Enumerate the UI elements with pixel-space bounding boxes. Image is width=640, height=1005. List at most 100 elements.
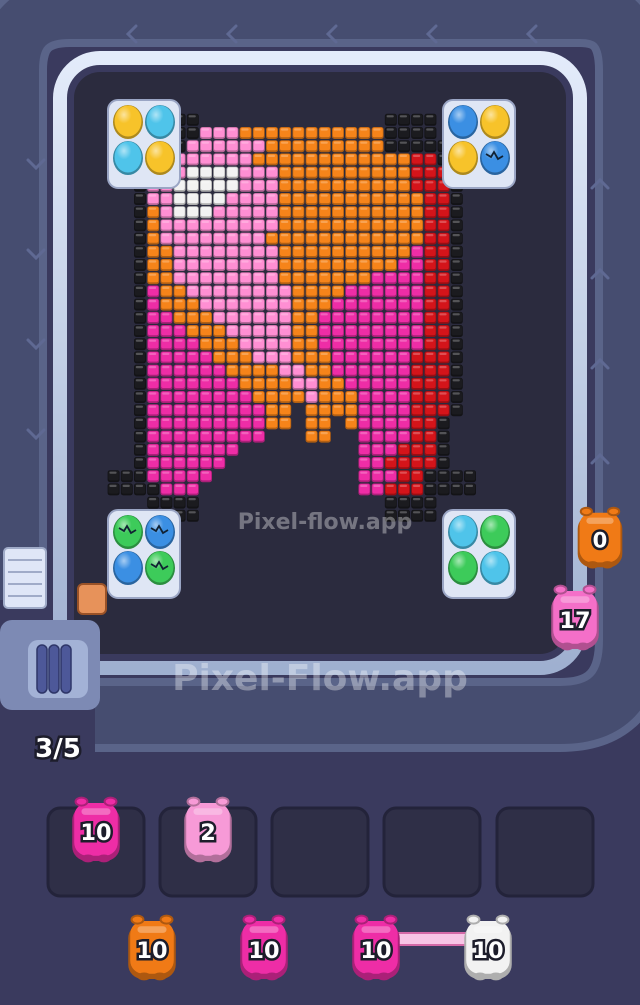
pixel-block xyxy=(147,377,160,390)
pixel-block xyxy=(318,351,331,364)
pixel-block xyxy=(398,272,410,285)
pixel-block xyxy=(358,483,371,496)
pixel-block xyxy=(147,193,160,205)
active-shooter[interactable]: 0 xyxy=(577,506,623,569)
pixel-block xyxy=(213,259,226,271)
pixel-block xyxy=(358,391,371,403)
pixel-block xyxy=(437,457,450,469)
pixel-block xyxy=(398,443,410,456)
pixel-block xyxy=(371,311,384,324)
pixel-block xyxy=(384,338,397,351)
pixel-block xyxy=(147,219,160,232)
pixel-block xyxy=(134,272,146,285)
pixel-block xyxy=(398,140,410,153)
pixel-block xyxy=(239,140,252,153)
pixel-block xyxy=(200,272,212,285)
pixel-block xyxy=(120,470,133,483)
shooter-count: 17 xyxy=(559,608,590,634)
pixel-block xyxy=(411,430,424,443)
pixel-block xyxy=(173,457,186,469)
pixel-block xyxy=(292,377,305,390)
pixel-block xyxy=(424,245,437,258)
pixel-block xyxy=(332,351,344,364)
pixel-block xyxy=(266,391,278,403)
pixel-block xyxy=(424,232,437,245)
slot-shooter[interactable]: 10 xyxy=(72,796,120,863)
pixel-block xyxy=(226,443,239,456)
pixel-block xyxy=(305,179,318,192)
pixel-block xyxy=(318,285,331,298)
waiting-shooter[interactable]: 10 xyxy=(464,914,512,981)
pixel-block xyxy=(200,245,212,258)
pixel-block xyxy=(252,272,265,285)
pixel-block xyxy=(200,391,212,403)
pixel-block xyxy=(134,417,146,430)
waiting-shooter[interactable]: 10 xyxy=(240,914,288,981)
shooter-count: 10 xyxy=(248,938,279,964)
pixel-block xyxy=(411,470,424,483)
pixel-block xyxy=(424,443,437,456)
pixel-block xyxy=(226,193,239,205)
pixel-block xyxy=(384,496,397,509)
pixel-block xyxy=(186,140,199,153)
pixel-block xyxy=(411,404,424,417)
pixel-block xyxy=(332,259,344,271)
pixel-block xyxy=(239,391,252,403)
pixel-block xyxy=(411,417,424,430)
pixel-block xyxy=(160,483,173,496)
pixel-block xyxy=(424,219,437,232)
pixel-block xyxy=(160,364,173,377)
pixel-block xyxy=(226,404,239,417)
pixel-block xyxy=(384,245,397,258)
waiting-shooter[interactable]: 10 xyxy=(128,914,176,981)
pixel-block xyxy=(213,351,226,364)
pixel-block xyxy=(384,325,397,337)
pixel-block xyxy=(424,127,437,139)
pixel-block xyxy=(305,153,318,166)
pixel-block xyxy=(186,166,199,179)
pixel-block xyxy=(252,338,265,351)
pixel-block xyxy=(252,193,265,205)
pixel-block xyxy=(384,351,397,364)
pixel-block xyxy=(200,140,212,153)
held-slot[interactable]: 2 xyxy=(158,796,258,898)
held-slot[interactable] xyxy=(495,806,595,898)
pixel-block xyxy=(147,259,160,271)
held-slot[interactable]: 10 xyxy=(46,796,146,898)
pixel-block xyxy=(173,219,186,232)
pixel-block xyxy=(200,179,212,192)
pixel-block xyxy=(279,259,292,271)
pixel-block xyxy=(332,219,344,232)
pixel-block xyxy=(252,298,265,311)
pixel-block xyxy=(450,483,463,496)
pixel-block xyxy=(424,351,437,364)
pixel-block xyxy=(213,272,226,285)
slot-shooter[interactable]: 2 xyxy=(184,796,232,863)
pixel-block xyxy=(411,219,424,232)
pixel-block xyxy=(213,443,226,456)
pixel-block xyxy=(147,311,160,324)
pixel-block xyxy=(134,285,146,298)
pixel-block xyxy=(450,338,463,351)
pixel-block xyxy=(332,285,344,298)
pixel-block xyxy=(160,219,173,232)
pixel-block xyxy=(239,193,252,205)
pixel-block xyxy=(411,232,424,245)
pixel-block xyxy=(332,127,344,139)
pixel-block xyxy=(186,364,199,377)
pixel-block xyxy=(398,417,410,430)
active-shooter[interactable]: 17 xyxy=(551,584,599,651)
held-slot[interactable] xyxy=(382,806,482,898)
pixel-block xyxy=(266,179,278,192)
pixel-block xyxy=(292,298,305,311)
watermark-upper: Pixel-flow.app xyxy=(238,510,413,535)
pixel-block xyxy=(371,232,384,245)
held-slot[interactable] xyxy=(270,806,370,898)
pixel-block xyxy=(437,298,450,311)
waiting-shooter[interactable]: 10 xyxy=(352,914,400,981)
pixel-block xyxy=(305,311,318,324)
pixel-block xyxy=(226,127,239,139)
pixel-block xyxy=(252,391,265,403)
pixel-block xyxy=(186,127,199,139)
pixel-block xyxy=(239,127,252,139)
